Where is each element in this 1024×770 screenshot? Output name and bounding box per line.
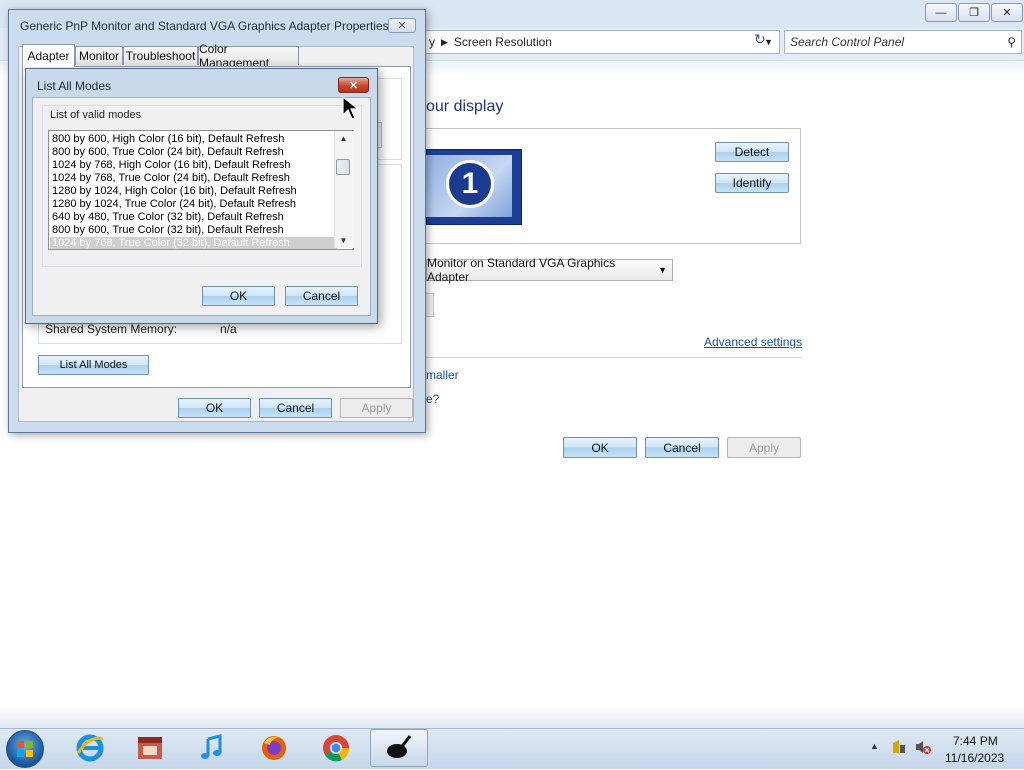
windows-logo-icon: [17, 741, 33, 757]
detect-button[interactable]: Detect: [715, 142, 789, 162]
maximize-button[interactable]: ❐: [958, 3, 990, 22]
tab-adapter[interactable]: Adapter: [22, 44, 75, 67]
refresh-icon[interactable]: ↻: [754, 31, 766, 48]
properties-dialog-title: Generic PnP Monitor and Standard VGA Gra…: [20, 19, 389, 33]
mode-list-item[interactable]: 1024 by 768, True Color (24 bit), Defaul…: [52, 172, 290, 185]
mode-list-item[interactable]: 1024 by 768, High Color (16 bit), Defaul…: [52, 159, 290, 172]
volume-muted-icon[interactable]: [914, 739, 932, 755]
scroll-down-icon[interactable]: ▼: [334, 233, 353, 248]
properties-close-button[interactable]: ✕: [388, 18, 416, 33]
modes-dialog-title: List All Modes: [37, 79, 112, 93]
orientation-select[interactable]: [426, 293, 434, 317]
mode-list-item[interactable]: 1280 by 1024, High Color (16 bit), Defau…: [52, 185, 297, 198]
breadcrumb-prefix[interactable]: y: [429, 35, 435, 49]
page-heading: our display: [426, 98, 504, 115]
store-icon[interactable]: [134, 732, 166, 764]
shared-memory-value: n/a: [220, 322, 237, 336]
chevron-down-icon: ▼: [658, 265, 667, 275]
display-select[interactable]: Monitor on Standard VGA Graphics Adapter…: [426, 256, 673, 284]
tab-color-management[interactable]: Color Management: [198, 42, 299, 70]
modes-ok-button[interactable]: OK: [202, 286, 275, 306]
divider: [426, 357, 801, 358]
search-input[interactable]: Search Control Panel ⚲: [784, 30, 1022, 54]
mode-list-item[interactable]: 800 by 600, True Color (24 bit), Default…: [52, 146, 284, 159]
properties-cancel-button[interactable]: Cancel: [259, 398, 332, 418]
breadcrumb-current[interactable]: Screen Resolution: [454, 35, 552, 49]
show-hidden-icons-icon[interactable]: ▲: [870, 741, 879, 751]
shared-memory-label: Shared System Memory:: [45, 322, 178, 336]
scroll-up-icon[interactable]: ▲: [334, 131, 353, 146]
make-text-smaller-link[interactable]: maller: [426, 368, 459, 382]
tab-monitor[interactable]: Monitor: [75, 46, 123, 65]
monitor-number-badge: 1: [446, 160, 494, 208]
identify-button[interactable]: Identify: [715, 173, 789, 193]
breadcrumb[interactable]: y ▶ Screen Resolution ▼: [410, 30, 780, 54]
clock-time[interactable]: 7:44 PM: [953, 734, 998, 748]
chrome-icon[interactable]: [320, 732, 352, 764]
advanced-settings-link[interactable]: Advanced settings: [704, 335, 802, 349]
properties-apply-button[interactable]: Apply: [340, 398, 413, 418]
itunes-icon[interactable]: [196, 732, 228, 764]
modes-close-button[interactable]: ✕: [338, 77, 369, 93]
bg-cancel-button[interactable]: Cancel: [645, 437, 719, 458]
modes-scrollbar[interactable]: [334, 131, 354, 248]
scroll-thumb[interactable]: [336, 159, 350, 175]
window-bottom-edge: [0, 706, 1024, 728]
mode-list-item[interactable]: 800 by 600, High Color (16 bit), Default…: [52, 133, 284, 146]
search-icon[interactable]: ⚲: [1007, 35, 1016, 49]
tab-troubleshoot[interactable]: Troubleshoot: [123, 46, 198, 65]
mode-list-item[interactable]: 640 by 480, True Color (32 bit), Default…: [52, 211, 284, 224]
modes-listbox[interactable]: 800 by 600, High Color (16 bit), Default…: [48, 130, 354, 250]
clock-date[interactable]: 11/16/2023: [945, 751, 1004, 765]
bg-apply-button[interactable]: Apply: [727, 437, 801, 458]
action-center-icon[interactable]: [891, 739, 907, 755]
display-select-value: Monitor on Standard VGA Graphics Adapter: [427, 256, 616, 284]
start-button[interactable]: [6, 730, 44, 768]
valid-modes-label: List of valid modes: [50, 109, 142, 121]
list-all-modes-button[interactable]: List All Modes: [38, 355, 149, 375]
mode-list-item[interactable]: 1280 by 1024, True Color (24 bit), Defau…: [52, 198, 296, 211]
search-placeholder: Search Control Panel: [790, 35, 905, 49]
minimize-button[interactable]: —: [925, 3, 957, 22]
mode-list-item[interactable]: 800 by 600, True Color (32 bit), Default…: [52, 224, 284, 237]
modes-cancel-button[interactable]: Cancel: [285, 286, 358, 306]
firefox-icon[interactable]: [258, 732, 290, 764]
properties-ok-button[interactable]: OK: [178, 398, 251, 418]
mode-list-item[interactable]: 1024 by 768, True Color (32 bit), Defaul…: [50, 237, 337, 249]
internet-explorer-icon[interactable]: [74, 732, 106, 764]
close-button[interactable]: ✕: [991, 3, 1023, 22]
bg-ok-button[interactable]: OK: [563, 437, 637, 458]
breadcrumb-separator-icon: ▶: [441, 36, 448, 47]
mouse-cursor-icon: [342, 95, 360, 120]
settings-help-link[interactable]: e?: [426, 392, 439, 406]
paint-icon[interactable]: [383, 732, 415, 764]
